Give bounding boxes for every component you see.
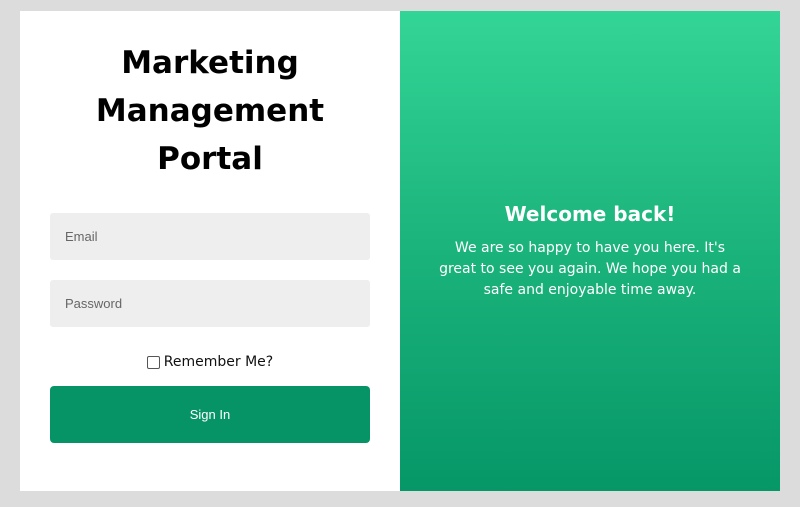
login-panel: Marketing Management Portal Remember Me?… (20, 11, 400, 491)
sign-in-button[interactable]: Sign In (50, 386, 370, 443)
login-card: Marketing Management Portal Remember Me?… (20, 11, 780, 491)
remember-me-checkbox[interactable] (146, 355, 160, 369)
email-field[interactable] (50, 213, 370, 260)
welcome-panel: Welcome back! We are so happy to have yo… (400, 11, 780, 491)
page-title: Marketing Management Portal (95, 45, 325, 177)
remember-me-label[interactable]: Remember Me? (164, 354, 273, 370)
welcome-text: We are so happy to have you here. It's g… (439, 239, 741, 298)
remember-me-row: Remember Me? (20, 354, 400, 370)
password-field[interactable] (50, 280, 370, 327)
welcome-title: Welcome back! (504, 201, 676, 226)
